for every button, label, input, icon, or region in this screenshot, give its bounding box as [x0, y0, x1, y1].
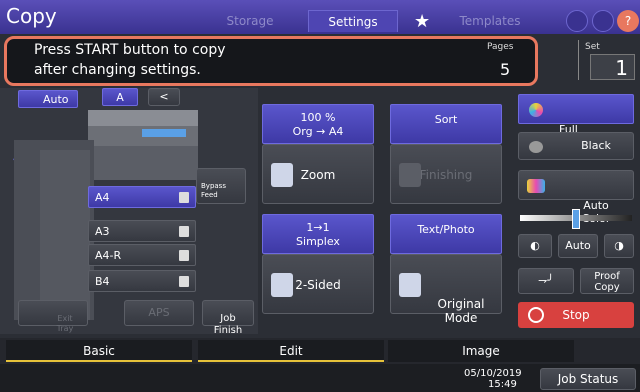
density-slider[interactable]: [518, 205, 634, 235]
finishing-label: Finishing: [419, 168, 473, 182]
message-line-2: after changing settings.: [34, 62, 201, 78]
aps-button[interactable]: APS: [124, 300, 194, 326]
two-sided-icon: [271, 273, 293, 297]
stop-button[interactable]: Stop: [518, 302, 634, 328]
auto-density-label: Auto: [565, 239, 591, 252]
finishing-icon: [399, 163, 421, 187]
message-line-1: Press START button to copy: [34, 42, 226, 58]
app-title: Copy: [6, 4, 57, 28]
sort-status: Sort: [390, 104, 502, 144]
bypass-feed-button[interactable]: Bypass Feed: [196, 168, 246, 204]
zoom-label: Zoom: [300, 168, 336, 182]
duplex-status: 1→1 Simplex: [262, 214, 374, 254]
zoom-status: 100 % Org → A4: [262, 104, 374, 144]
zoom-status-label: 100 % Org → A4: [292, 111, 344, 138]
black-label: Black: [581, 139, 611, 152]
density-slider-handle[interactable]: [572, 209, 580, 229]
tray-label: A4-R: [95, 249, 122, 262]
help-icon[interactable]: ?: [617, 10, 639, 32]
two-sided-label: 2-Sided: [295, 278, 341, 292]
full-color-button[interactable]: Full Color: [518, 94, 634, 149]
black-button[interactable]: Black: [518, 132, 634, 160]
time-text: 15:49: [488, 379, 517, 390]
mode-status: Text/Photo: [390, 214, 502, 254]
set-quantity-field[interactable]: 1: [590, 54, 635, 80]
job-finish-label: Job Finish: [213, 313, 243, 336]
divider: [578, 40, 579, 80]
exit-tray-button[interactable]: Exit Tray: [18, 300, 88, 333]
proof-copy-label: Proof Copy: [594, 271, 620, 293]
tab-basic[interactable]: Basic: [6, 340, 192, 362]
stop-label: Stop: [562, 308, 590, 322]
tray-label: A4: [95, 191, 110, 204]
tab-edit-label: Edit: [279, 344, 303, 358]
duplex-status-label: 1→1 Simplex: [296, 221, 340, 248]
two-sided-button[interactable]: 2-Sided: [262, 254, 374, 314]
tray-label: A3: [95, 225, 110, 238]
tab-settings[interactable]: Settings: [308, 10, 398, 32]
black-icon: [529, 141, 543, 153]
mode-status-label: Text/Photo: [417, 223, 475, 236]
finishing-button[interactable]: Finishing: [390, 144, 502, 204]
tab-basic-label: Basic: [83, 344, 115, 358]
stop-icon: [528, 307, 544, 323]
sort-status-label: Sort: [434, 113, 458, 126]
tray-icon: [179, 276, 189, 287]
tab-image[interactable]: Image: [388, 340, 574, 362]
auto-label: Auto: [43, 93, 69, 106]
tray-icon: [179, 250, 189, 261]
tray-icon: [179, 226, 189, 237]
tab-templates[interactable]: Templates: [440, 10, 540, 32]
zoom-button[interactable]: Zoom: [262, 144, 374, 204]
auto-color-button[interactable]: Auto Color: [518, 170, 634, 225]
auto-density-button[interactable]: Auto: [558, 234, 598, 258]
tab-storage[interactable]: Storage: [200, 10, 300, 32]
set-label: Set: [585, 42, 600, 52]
pages-label: Pages: [487, 42, 514, 52]
job-finish-button[interactable]: Job Finish: [202, 300, 254, 336]
home-icon[interactable]: [566, 10, 588, 32]
exit-tray-label: Exit Tray: [56, 314, 74, 333]
full-color-icon: [529, 103, 543, 117]
auto-color-icon: [527, 179, 545, 193]
density-darker-button[interactable]: ◑: [604, 234, 634, 258]
globe-icon[interactable]: [592, 10, 614, 32]
tab-edit[interactable]: Edit: [198, 340, 384, 362]
proof-copy-button[interactable]: Proof Copy: [580, 268, 634, 294]
job-status-button[interactable]: Job Status: [540, 368, 636, 390]
orientation-a-button[interactable]: A: [102, 88, 138, 106]
tray-a4[interactable]: A4: [88, 186, 196, 208]
aps-label: APS: [148, 306, 170, 319]
tray-label: B4: [95, 275, 110, 288]
tray-b4[interactable]: B4: [88, 270, 196, 292]
original-mode-label: Original Mode: [437, 297, 485, 325]
tray-a3[interactable]: A3: [88, 220, 196, 242]
date-text: 05/10/2019: [464, 368, 522, 379]
pages-value: 5: [500, 60, 511, 79]
original-mode-button[interactable]: Original Mode: [390, 254, 502, 325]
auto-paper-button[interactable]: Auto: [18, 90, 78, 108]
job-status-label: Job Status: [557, 372, 619, 386]
star-icon[interactable]: ★: [414, 11, 430, 32]
bypass-feed-label: Bypass Feed: [201, 182, 226, 199]
interrupt-button[interactable]: ⇁╯: [518, 268, 574, 294]
density-lighter-button[interactable]: ◐: [518, 234, 552, 258]
a-label: A: [116, 91, 124, 104]
zoom-icon: [271, 163, 293, 187]
original-mode-icon: [399, 273, 421, 297]
tray-icon: [179, 192, 189, 203]
tab-image-label: Image: [462, 344, 500, 358]
tray-a4-r[interactable]: A4-R: [88, 244, 196, 266]
orientation-rotate-button[interactable]: <: [148, 88, 180, 106]
